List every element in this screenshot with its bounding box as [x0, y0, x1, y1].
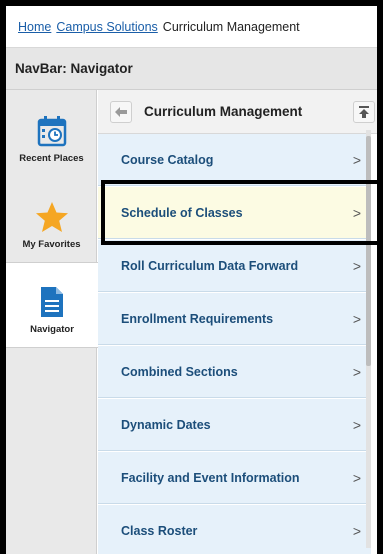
arrow-to-top-icon: [359, 106, 369, 118]
chevron-right-icon: >: [352, 416, 361, 433]
breadcrumb: Home Campus Solutions Curriculum Managem…: [6, 6, 377, 48]
menu-list: Course Catalog > Schedule of Classes > R…: [98, 134, 377, 554]
rail-item-my-favorites[interactable]: My Favorites: [6, 176, 97, 262]
list-item-roll-curriculum-data-forward[interactable]: Roll Curriculum Data Forward >: [98, 240, 371, 292]
list-item-combined-sections[interactable]: Combined Sections >: [98, 346, 371, 398]
rail-item-label: Recent Places: [19, 153, 84, 164]
list-item-label: Facility and Event Information: [121, 470, 300, 485]
calendar-clock-icon: [37, 116, 66, 147]
list-item-course-catalog[interactable]: Course Catalog >: [98, 134, 371, 186]
navbar-rail: Recent Places My Favorites Navigator: [6, 90, 98, 554]
rail-item-label: Navigator: [30, 324, 74, 335]
chevron-right-icon: >: [352, 363, 361, 380]
scroll-to-top-button[interactable]: [353, 101, 375, 123]
navbar-title: NavBar: Navigator: [6, 48, 377, 90]
list-scrollbar[interactable]: [366, 130, 371, 548]
scrollbar-thumb[interactable]: [366, 136, 371, 366]
breadcrumb-home-link[interactable]: Home: [18, 20, 51, 34]
chevron-right-icon: >: [352, 257, 361, 274]
back-button[interactable]: [110, 100, 132, 123]
rail-item-recent-places[interactable]: Recent Places: [6, 90, 97, 176]
content-title: Curriculum Management: [144, 104, 303, 119]
list-item-label: Roll Curriculum Data Forward: [121, 258, 299, 273]
list-item-dynamic-dates[interactable]: Dynamic Dates >: [98, 399, 371, 451]
document-icon: [41, 287, 63, 317]
list-item-class-roster[interactable]: Class Roster >: [98, 505, 371, 554]
navbar-panel: Home Campus Solutions Curriculum Managem…: [6, 6, 377, 554]
list-item-enrollment-requirements[interactable]: Enrollment Requirements >: [98, 293, 371, 345]
list-item-label: Course Catalog: [121, 152, 214, 167]
rail-item-navigator[interactable]: Navigator: [6, 262, 98, 348]
chevron-right-icon: >: [352, 310, 361, 327]
list-item-facility-and-event-information[interactable]: Facility and Event Information >: [98, 452, 371, 504]
chevron-right-icon: >: [352, 522, 361, 539]
rail-item-label: My Favorites: [22, 239, 81, 250]
chevron-right-icon: >: [352, 204, 361, 221]
chevron-right-icon: >: [352, 151, 361, 168]
arrow-left-icon: [115, 106, 127, 117]
chevron-right-icon: >: [352, 469, 361, 486]
content-header: Curriculum Management: [98, 90, 377, 134]
list-item-label: Class Roster: [121, 523, 198, 538]
list-item-label: Schedule of Classes: [121, 205, 243, 220]
breadcrumb-campus-link[interactable]: Campus Solutions: [56, 20, 157, 34]
list-item-schedule-of-classes[interactable]: Schedule of Classes >: [98, 187, 371, 239]
list-item-label: Enrollment Requirements: [121, 311, 274, 326]
star-icon: [35, 202, 68, 232]
list-item-label: Combined Sections: [121, 364, 238, 379]
list-item-label: Dynamic Dates: [121, 417, 211, 432]
breadcrumb-current: Curriculum Management: [162, 19, 300, 34]
